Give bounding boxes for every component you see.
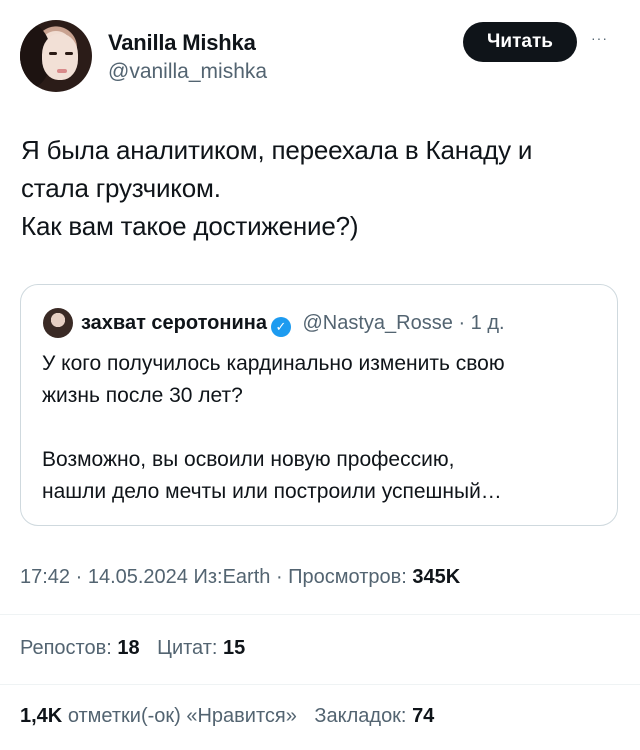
likes-stat[interactable]: 1,4K отметки(-ок) «Нравится» — [20, 705, 297, 727]
divider — [0, 614, 640, 615]
tweet-header: Vanilla Mishka @vanilla_mishka Читать ··… — [0, 0, 640, 110]
views-count: 345K — [412, 566, 461, 588]
quoted-text-line: У кого получилось кардинально изменить с… — [42, 352, 505, 375]
quoted-tweet-body: У кого получилось кардинально изменить с… — [42, 348, 602, 508]
stats-likes-bookmarks: 1,4K отметки(-ок) «Нравится» Закладок: 7… — [20, 705, 446, 728]
author-handle[interactable]: @vanilla_mishka — [108, 60, 267, 84]
author-display-name[interactable]: Vanilla Mishka — [108, 30, 256, 56]
quoted-tweet-header: захват серотонина ✓ @Nastya_Rosse · 1 д. — [81, 309, 505, 337]
reposts-count: 18 — [117, 637, 140, 659]
follow-button[interactable]: Читать — [463, 22, 577, 62]
quoted-tweet-card[interactable]: захват серотонина ✓ @Nastya_Rosse · 1 д. … — [20, 284, 618, 526]
quoted-author-name[interactable]: захват серотонина — [81, 312, 267, 334]
stats-reposts-quotes: Репостов: 18 Цитат: 15 — [20, 637, 257, 660]
quotes-count: 15 — [223, 637, 246, 659]
verified-badge-icon: ✓ — [270, 317, 291, 337]
tweet-text: Я была аналитиком, переехала в Канаду и … — [21, 131, 621, 245]
quoted-author-handle[interactable]: @Nastya_Rosse — [303, 312, 453, 334]
quotes-label: Цитат: — [157, 637, 218, 659]
more-options-icon[interactable]: ··· — [591, 30, 608, 46]
bookmarks-stat[interactable]: Закладок: 74 — [314, 705, 434, 727]
quoted-author-avatar[interactable] — [43, 308, 73, 338]
divider — [0, 684, 640, 685]
separator-dot: · — [458, 312, 466, 334]
reposts-stat[interactable]: Репостов: 18 — [20, 637, 140, 659]
tweet-text-line: Я была аналитиком, переехала в Канаду и — [21, 135, 533, 165]
tweet-meta: 17:42 · 14.05.2024 Из:Earth · Просмотров… — [20, 566, 460, 589]
quoted-text-line: нашли дело мечты или построили успешный… — [42, 480, 502, 503]
quotes-stat[interactable]: Цитат: 15 — [157, 637, 245, 659]
tweet-text-line: Как вам такое достижение?) — [21, 211, 359, 241]
likes-label: отметки(-ок) «Нравится» — [67, 705, 297, 727]
quoted-tweet-time[interactable]: 1 д. — [471, 312, 505, 334]
bookmarks-count: 74 — [412, 705, 435, 727]
likes-count: 1,4K — [20, 705, 63, 727]
tweet-text-line: стала грузчиком. — [21, 173, 221, 203]
quoted-text-line: Возможно, вы освоили новую профессию, — [42, 448, 455, 471]
reposts-label: Репостов: — [20, 637, 112, 659]
timestamp-source-views-label[interactable]: 17:42 · 14.05.2024 Из:Earth · Просмотров… — [20, 566, 412, 588]
bookmarks-label: Закладок: — [314, 705, 407, 727]
quoted-text-line: жизнь после 30 лет? — [42, 384, 243, 407]
author-avatar[interactable] — [20, 20, 92, 92]
